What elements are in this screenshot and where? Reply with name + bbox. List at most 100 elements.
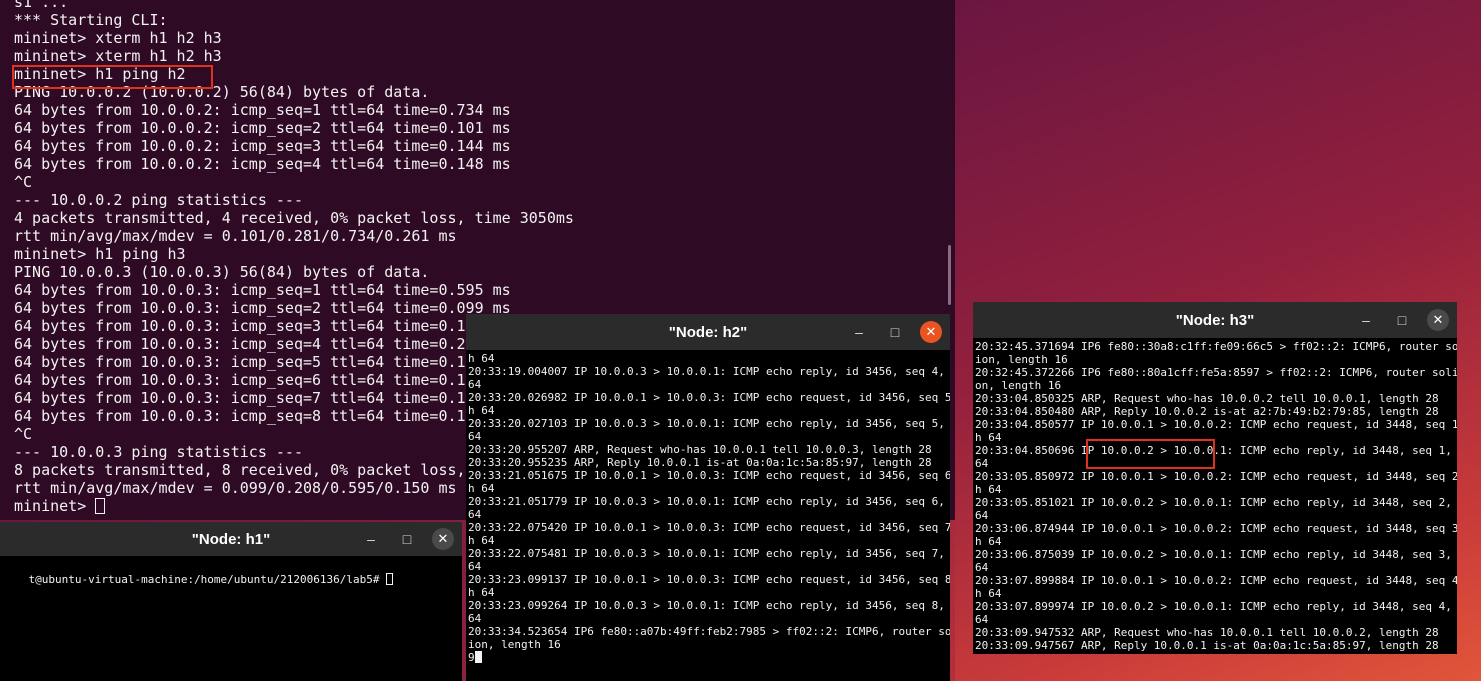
highlight-annotation: [1086, 439, 1215, 469]
terminal-line: 20:33:21.051675 IP 10.0.0.1 > 10.0.0.3: …: [468, 469, 950, 482]
terminal-line: *** Starting CLI:: [14, 11, 168, 29]
terminal-line: 4 packets transmitted, 4 received, 0% pa…: [14, 209, 574, 227]
terminal-line: 20:33:21.051779 IP 10.0.0.3 > 10.0.0.1: …: [468, 495, 950, 508]
terminal-scrollbar[interactable]: [948, 245, 951, 305]
terminal-line: 20:33:23.099137 IP 10.0.0.1 > 10.0.0.3: …: [468, 573, 950, 586]
terminal-line: 20:33:04.850696 IP 10.0.0.2 > 10.0.0.1: …: [975, 444, 1457, 457]
text-cursor: [474, 651, 482, 663]
shell-prompt: t@ubuntu-virtual-machine:/home/ubuntu/21…: [28, 573, 387, 586]
terminal-line: 20:33:07.899974 IP 10.0.0.2 > 10.0.0.1: …: [975, 600, 1457, 613]
terminal-line: 20:33:05.851021 IP 10.0.0.2 > 10.0.0.1: …: [975, 496, 1457, 509]
close-button[interactable]: ✕: [920, 321, 942, 343]
terminal-line: 8 packets transmitted, 8 received, 0% pa…: [14, 461, 466, 479]
terminal-line: 64: [468, 612, 482, 625]
terminal-line: 20:33:06.874944 IP 10.0.0.1 > 10.0.0.2: …: [975, 522, 1457, 535]
close-button[interactable]: ✕: [432, 528, 454, 550]
terminal-line: 64: [468, 560, 482, 573]
window-title: "Node: h3": [1175, 311, 1255, 329]
text-cursor: [95, 498, 106, 514]
terminal-line: h 64: [468, 482, 495, 495]
terminal-line: 64: [468, 378, 482, 391]
titlebar-h1[interactable]: "Node: h1" – □ ✕: [0, 522, 462, 556]
terminal-line: rtt min/avg/max/mdev = 0.101/0.281/0.734…: [14, 227, 457, 245]
terminal-line: 64: [975, 457, 989, 470]
terminal-line: 20:32:45.372266 IP6 fe80::80a1cff:fe5a:8…: [975, 366, 1457, 379]
xterm-window-h3[interactable]: "Node: h3" – □ ✕ 20:32:45.371694 IP6 fe8…: [973, 302, 1457, 654]
terminal-line: 64 bytes from 10.0.0.3: icmp_seq=6 ttl=6…: [14, 371, 466, 389]
terminal-line: 20:33:04.850577 IP 10.0.0.1 > 10.0.0.2: …: [975, 418, 1457, 431]
terminal-line: 20:33:20.026982 IP 10.0.0.1 > 10.0.0.3: …: [468, 391, 950, 404]
terminal-output[interactable]: t@ubuntu-virtual-machine:/home/ubuntu/21…: [2, 560, 462, 681]
terminal-line: rtt min/avg/max/mdev = 0.099/0.208/0.595…: [14, 479, 457, 497]
terminal-line: PING 10.0.0.3 (10.0.0.3) 56(84) bytes of…: [14, 263, 430, 281]
terminal-line: 64 bytes from 10.0.0.3: icmp_seq=8 ttl=6…: [14, 407, 466, 425]
terminal-line: ion, length 16: [468, 638, 561, 651]
terminal-line: 64: [468, 508, 482, 521]
terminal-output[interactable]: 20:32:45.371694 IP6 fe80::30a8:c1ff:fe09…: [975, 340, 1457, 654]
terminal-line: 64: [468, 430, 482, 443]
terminal-line: 20:33:04.850325 ARP, Request who-has 10.…: [975, 392, 1439, 405]
terminal-line: 20:33:19.004007 IP 10.0.0.3 > 10.0.0.1: …: [468, 365, 950, 378]
terminal-line: on, length 16: [975, 379, 1062, 392]
terminal-line: h 64: [975, 535, 1002, 548]
terminal-line: 20:33:05.850972 IP 10.0.0.1 > 10.0.0.2: …: [975, 470, 1457, 483]
window-title: "Node: h2": [668, 323, 748, 341]
text-cursor: [386, 573, 394, 585]
minimize-button[interactable]: –: [848, 321, 870, 343]
titlebar-h2[interactable]: "Node: h2" – □ ✕: [466, 314, 950, 350]
maximize-button[interactable]: □: [1391, 309, 1413, 331]
terminal-line: 20:33:06.875039 IP 10.0.0.2 > 10.0.0.1: …: [975, 548, 1457, 561]
terminal-output[interactable]: h 64 20:33:19.004007 IP 10.0.0.3 > 10.0.0…: [468, 352, 950, 681]
terminal-line: ^C: [14, 425, 33, 443]
terminal-line: 64: [975, 561, 989, 574]
terminal-line: 20:33:20.027103 IP 10.0.0.3 > 10.0.0.1: …: [468, 417, 950, 430]
shell-prompt: mininet>: [14, 497, 96, 515]
terminal-line: 20:32:45.371694 IP6 fe80::30a8:c1ff:fe09…: [975, 340, 1457, 353]
terminal-line: 64 bytes from 10.0.0.2: icmp_seq=3 ttl=6…: [14, 137, 511, 155]
terminal-line-text: 9: [468, 651, 475, 664]
xterm-window-h1[interactable]: "Node: h1" – □ ✕ t@ubuntu-virtual-machin…: [0, 522, 462, 681]
terminal-line: s1 ...: [14, 0, 69, 11]
terminal-line: mininet> h1 ping h3: [14, 245, 186, 263]
terminal-line: 64 bytes from 10.0.0.3: icmp_seq=3 ttl=6…: [14, 317, 475, 335]
terminal-line: 20:33:34.523654 IP6 fe80::a07b:49ff:feb2…: [468, 625, 950, 638]
terminal-line: h 64: [975, 483, 1002, 496]
terminal-line: 64: [975, 613, 989, 626]
terminal-line: mininet> xterm h1 h2 h3: [14, 47, 222, 65]
xterm-window-h2[interactable]: "Node: h2" – □ ✕ h 64 20:33:19.004007 IP …: [466, 314, 950, 681]
terminal-line: 9: [468, 651, 950, 664]
terminal-line: 20:33:04.850480 ARP, Reply 10.0.0.2 is-a…: [975, 405, 1439, 418]
terminal-line: --- 10.0.0.2 ping statistics ---: [14, 191, 303, 209]
close-button[interactable]: ✕: [1427, 309, 1449, 331]
terminal-line: 64 bytes from 10.0.0.2: icmp_seq=2 ttl=6…: [14, 119, 511, 137]
terminal-line: 20:33:20.955235 ARP, Reply 10.0.0.1 is-a…: [468, 456, 932, 469]
terminal-line: 64 bytes from 10.0.0.3: icmp_seq=7 ttl=6…: [14, 389, 466, 407]
terminal-line: h 64: [975, 431, 1002, 444]
terminal-line: 64 bytes from 10.0.0.2: icmp_seq=4 ttl=6…: [14, 155, 511, 173]
terminal-line: --- 10.0.0.3 ping statistics ---: [14, 443, 303, 461]
terminal-line: 20:33:22.075481 IP 10.0.0.3 > 10.0.0.1: …: [468, 547, 950, 560]
terminal-line: 64 bytes from 10.0.0.3: icmp_seq=5 ttl=6…: [14, 353, 466, 371]
maximize-button[interactable]: □: [396, 528, 418, 550]
minimize-button[interactable]: –: [1355, 309, 1377, 331]
terminal-line: 64: [975, 509, 989, 522]
terminal-line: 20:33:07.899884 IP 10.0.0.1 > 10.0.0.2: …: [975, 574, 1457, 587]
terminal-line: ^C: [14, 173, 33, 191]
terminal-line: 64 bytes from 10.0.0.3: icmp_seq=4 ttl=6…: [14, 335, 475, 353]
terminal-line: 64 bytes from 10.0.0.3: icmp_seq=2 ttl=6…: [14, 299, 511, 317]
terminal-line: h 64: [468, 404, 495, 417]
terminal-line: 64 bytes from 10.0.0.2: icmp_seq=1 ttl=6…: [14, 101, 511, 119]
minimize-button[interactable]: –: [360, 528, 382, 550]
terminal-line: 20:33:23.099264 IP 10.0.0.3 > 10.0.0.1: …: [468, 599, 950, 612]
terminal-line: 64 bytes from 10.0.0.3: icmp_seq=1 ttl=6…: [14, 281, 511, 299]
maximize-button[interactable]: □: [884, 321, 906, 343]
window-title: "Node: h1": [191, 530, 271, 548]
terminal-line: h 64: [975, 587, 1002, 600]
terminal-line: h 64: [468, 534, 495, 547]
terminal-line: ion, length 16: [975, 353, 1068, 366]
terminal-line: 20:33:09.947567 ARP, Reply 10.0.0.1 is-a…: [975, 639, 1439, 652]
highlight-annotation: [12, 65, 213, 89]
terminal-line: 20:33:22.075420 IP 10.0.0.1 > 10.0.0.3: …: [468, 521, 950, 534]
terminal-line: 20:33:20.955207 ARP, Request who-has 10.…: [468, 443, 932, 456]
titlebar-h3[interactable]: "Node: h3" – □ ✕: [973, 302, 1457, 338]
